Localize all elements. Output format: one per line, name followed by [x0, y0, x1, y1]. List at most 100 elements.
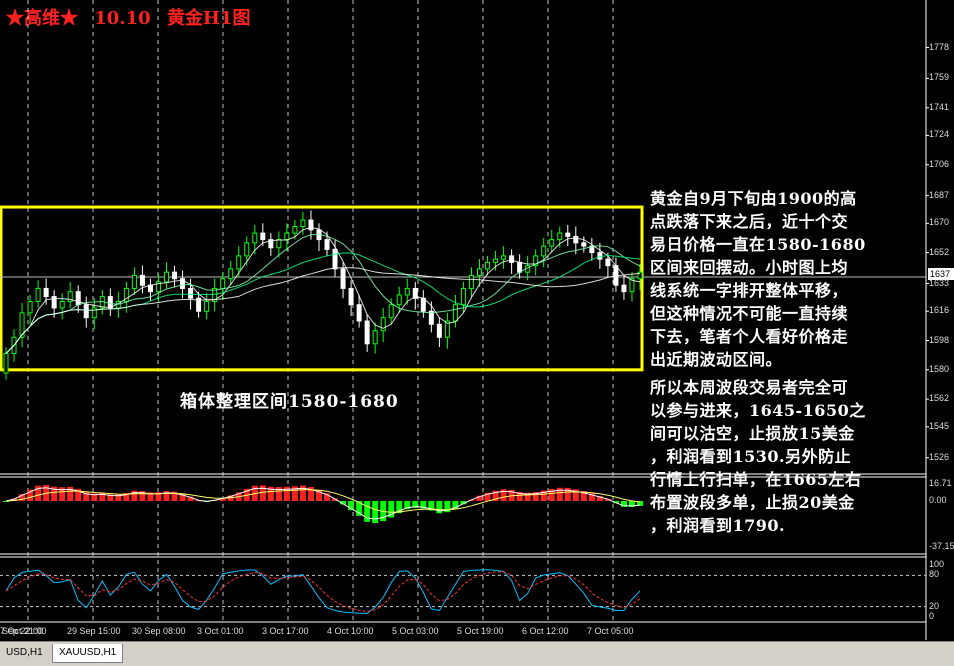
time-tick-label: 29 Sep 15:00	[67, 626, 121, 636]
candle-body	[308, 219, 314, 231]
candle-body	[244, 242, 250, 257]
candle-body	[565, 232, 571, 237]
chart-window: { "title": { "stars_name": "★高维★", "date…	[0, 0, 954, 666]
time-tick-label: 5 Oct 03:00	[392, 626, 439, 636]
candle-body	[43, 287, 49, 298]
candle-body	[204, 300, 210, 312]
note-line: 下去，笔者个人看好价格走	[650, 327, 849, 346]
candle-body	[436, 323, 442, 338]
candle-body	[147, 284, 153, 293]
time-tick-label: 4 Oct 10:00	[327, 626, 374, 636]
note-line: 出近期波动区间。	[650, 350, 783, 369]
price-tick-label: 1778	[929, 41, 950, 52]
note-line: 间可以沽空，止损放15美金	[650, 424, 855, 443]
chart-tab-bar: USD,H1 XAUUSD,H1	[0, 641, 954, 666]
candle-body	[3, 353, 9, 374]
time-tick-label: 3 Oct 01:00	[197, 626, 244, 636]
stoch-tick-label: 80	[929, 569, 940, 580]
candle-body	[220, 278, 226, 289]
candle-body	[541, 245, 547, 257]
time-tick-label: 7 Oct 05:00	[587, 626, 634, 636]
price-tick-label: 1741	[929, 101, 950, 112]
candle-body	[356, 304, 362, 322]
candle-body	[236, 255, 242, 270]
note-line: 区间来回摆动。小时图上均	[650, 258, 849, 277]
candle-body	[284, 232, 290, 241]
range-box-label: 箱体整理区间1580-1680	[180, 392, 399, 412]
candle-body	[364, 320, 370, 345]
analysis-note-2: 所以本周波段交易者完全可 以参与进来，1645-1650之 间可以沽空，止损放1…	[650, 376, 866, 537]
time-tick-label: 5 Oct 19:00	[457, 626, 504, 636]
macd-tick-label: 16.71	[929, 478, 952, 488]
note-line: 点跌落下来之后，近十个交	[650, 212, 849, 231]
stoch-tick-label: 0	[929, 611, 935, 621]
time-tick-label: 7 Oct 21:00	[0, 626, 47, 636]
candle-body	[509, 255, 515, 263]
candle-body	[83, 304, 89, 319]
candle-body	[164, 271, 170, 283]
analysis-note-1: 黄金自9月下旬由1900的高 点跌落下来之后，近十个交 易日价格一直在1580-…	[650, 187, 866, 371]
tab-xauusd-h1[interactable]: XAUUSD,H1	[52, 644, 124, 663]
price-tick-label: 1687	[929, 189, 950, 200]
candle-body	[252, 232, 258, 244]
price-tick-label: 1652	[929, 246, 950, 257]
price-tick-label: 1562	[929, 393, 950, 404]
macd-tick-label: -37.15	[929, 541, 954, 551]
stoch-signal-line	[5, 571, 641, 613]
candle-body	[476, 268, 482, 276]
price-tick-label: 1759	[929, 72, 950, 83]
candle-body	[300, 219, 306, 228]
macd-histogram-bar	[372, 501, 379, 523]
candle-body	[139, 274, 145, 286]
candle-body	[485, 261, 491, 270]
time-tick-label: 6 Oct 12:00	[522, 626, 569, 636]
candle-body	[59, 300, 65, 309]
price-tick-label: 1526	[929, 451, 950, 462]
candle-body	[27, 300, 33, 314]
price-tick-label: 1706	[929, 158, 950, 169]
note-line: 但这种情况不可能一直持续	[650, 304, 849, 323]
tab-usd-h1[interactable]: USD,H1	[0, 644, 49, 662]
candle-body	[131, 274, 137, 289]
note-line: 以参与进来，1645-1650之	[650, 401, 866, 420]
note-line: ，利润看到1530.另外防止	[650, 447, 852, 466]
candle-body	[188, 287, 194, 299]
time-tick-label: 3 Oct 17:00	[262, 626, 309, 636]
candle-body	[260, 232, 266, 241]
candle-body	[573, 235, 579, 244]
candle-body	[75, 291, 81, 306]
stoch-tick-label: 100	[929, 559, 945, 569]
note-line: 行情上行扫单，在1665左右	[650, 470, 862, 489]
candle-body	[517, 261, 523, 273]
note-line: 易日价格一直在1580-1680	[650, 235, 866, 254]
time-tick-label: 30 Sep 08:00	[132, 626, 186, 636]
candle-body	[621, 284, 627, 293]
candle-body	[501, 255, 507, 260]
candle-body	[452, 304, 458, 322]
candle-body	[228, 268, 234, 280]
candle-body	[468, 274, 474, 289]
current-price-tag: 1637	[928, 268, 954, 280]
macd-tick-label: 0.00	[929, 495, 947, 505]
price-tick-label: 1545	[929, 420, 950, 431]
candle-body	[493, 258, 499, 263]
price-tick-label: 1670	[929, 217, 950, 228]
candle-body	[107, 296, 113, 309]
candle-body	[597, 252, 603, 260]
price-tick-label: 1598	[929, 334, 950, 345]
candle-body	[332, 248, 338, 270]
note-line: 布置波段多单，止损20美金	[650, 493, 855, 512]
candle-body	[348, 287, 354, 306]
candle-body	[292, 226, 298, 234]
candle-body	[605, 258, 611, 267]
note-line: ，利润看到1790.	[650, 516, 786, 535]
note-line: 线系统一字排开整体平移，	[650, 281, 849, 300]
candle-body	[549, 239, 555, 247]
candle-body	[340, 268, 346, 289]
macd-histogram-bar	[259, 485, 266, 501]
candle-body	[460, 287, 466, 306]
candle-body	[557, 232, 563, 241]
note-line: 黄金自9月下旬由1900的高	[650, 189, 857, 208]
price-tick-label: 1616	[929, 305, 950, 316]
stoch-tick-label: 20	[929, 600, 940, 611]
